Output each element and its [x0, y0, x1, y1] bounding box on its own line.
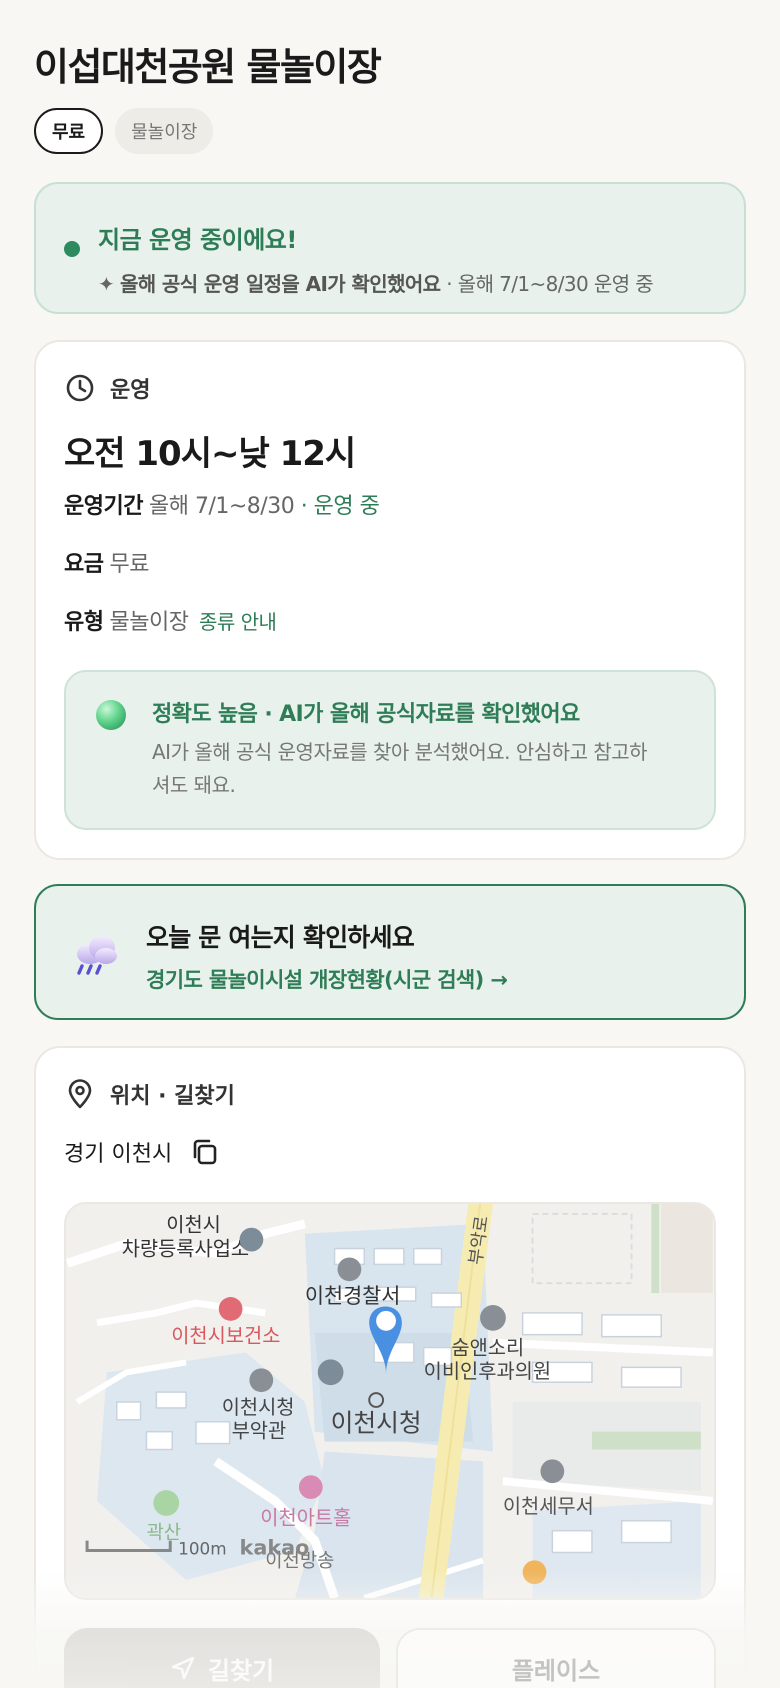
period-label: 운영기간 [64, 494, 143, 519]
location-section-header: 위치 · 길찾기 [64, 1078, 235, 1110]
chip-water-play[interactable]: 물놀이장 [115, 108, 214, 154]
directions-label: 길찾기 [207, 1656, 275, 1685]
map-label-art-hall: 이천아트홀 [260, 1507, 351, 1530]
fee-label: 요금 [64, 552, 104, 577]
sparkle-icon: ✦ [98, 272, 115, 296]
location-section-label: 위치 · 길찾기 [110, 1084, 235, 1109]
period-row: 운영기간 올해 7/1~8/30 · 운영 중 [64, 488, 380, 520]
accuracy-description: AI가 올해 공식 운영자료를 찾아 분석했어요. 안심하고 참고하셔도 돼요. [152, 740, 648, 797]
page: 이섭대천공원 물놀이장 무료 물놀이장 지금 운영 중이에요! ✦ 올해 공식 … [0, 0, 780, 1688]
address-row: 경기 이천시 [64, 1136, 220, 1168]
type-row: 유형 물놀이장 종류 안내 [64, 604, 277, 636]
status-ai-note: 올해 공식 운영 일정을 AI가 확인했어요 [119, 272, 441, 296]
check-open-notice[interactable]: 오늘 문 여는지 확인하세요 경기도 물놀이시설 개장현황(시군 검색) → [34, 884, 746, 1020]
chip-free[interactable]: 무료 [34, 108, 104, 154]
map-label-park: 곽산 [146, 1522, 181, 1544]
map-pin-icon [68, 1079, 92, 1109]
map-label-car-registry: 차량등록사업소 [122, 1237, 249, 1260]
map-label-clinic-2: 이비인후과의원 [424, 1360, 551, 1383]
ai-orb-icon [96, 700, 126, 730]
operating-time: 오전 10시~낮 12시 [64, 434, 356, 474]
page-title: 이섭대천공원 물놀이장 [34, 45, 382, 89]
notice-title: 오늘 문 여는지 확인하세요 [146, 923, 415, 952]
hours-section-label: 운영 [110, 378, 151, 403]
map-label-clinic: 숨앤소리 [451, 1336, 524, 1359]
kakao-logo: kakao [240, 1535, 310, 1559]
map-label-annex-2: 부악관 [232, 1420, 287, 1443]
accuracy-title: 정확도 높음 · AI가 올해 공식자료를 확인했어요 [152, 702, 580, 727]
type-value: 물놀이장 [109, 610, 189, 635]
fee-value: 무료 [109, 552, 149, 577]
tag-chips: 무료 물놀이장 [34, 108, 214, 154]
fee-row: 요금 무료 [64, 546, 149, 578]
location-map[interactable]: 차량등록사업소 이천시 이천경찰서 이천시보건소 이천시청 부악관 이천시청 숨… [64, 1202, 716, 1600]
map-canvas[interactable]: 차량등록사업소 이천시 이천경찰서 이천시보건소 이천시청 부악관 이천시청 숨… [66, 1204, 714, 1598]
hours-card: 운영 오전 10시~낮 12시 운영기간 올해 7/1~8/30 · 운영 중 요… [34, 340, 746, 860]
place-label: 플레이스 [511, 1656, 601, 1685]
map-label-annex: 이천시청 [222, 1396, 295, 1419]
operating-status-banner: 지금 운영 중이에요! ✦ 올해 공식 운영 일정을 AI가 확인했어요 · 올… [34, 182, 746, 314]
map-label-city-top: 이천시 [166, 1214, 221, 1237]
address-text: 경기 이천시 [64, 1142, 173, 1167]
place-button[interactable]: 플레이스 [396, 1628, 716, 1688]
rain-cloud-icon [77, 936, 117, 975]
status-subline: ✦ 올해 공식 운영 일정을 AI가 확인했어요 · 올해 7/1~8/30 운… [98, 268, 654, 297]
navigation-arrow-icon [171, 1656, 195, 1680]
map-scale: 100m [178, 1538, 226, 1558]
map-label-police: 이천경찰서 [305, 1284, 401, 1308]
map-label-tax-office: 이천세무서 [503, 1495, 594, 1518]
map-label-health-center: 이천시보건소 [171, 1325, 280, 1348]
type-label: 유형 [64, 610, 104, 635]
period-status: · 운영 중 [300, 494, 380, 519]
notice-link[interactable]: 경기도 물놀이시설 개장현황(시군 검색) → [146, 964, 508, 994]
hours-section-header: 운영 [64, 372, 150, 404]
directions-button[interactable]: 길찾기 [64, 1628, 380, 1688]
copy-icon[interactable] [190, 1137, 220, 1167]
status-dot [64, 241, 80, 257]
period-value: 올해 7/1~8/30 [148, 494, 295, 519]
map-label-city-hall: 이천시청 [331, 1409, 422, 1438]
accuracy-box: 정확도 높음 · AI가 올해 공식자료를 확인했어요 AI가 올해 공식 운영… [64, 670, 716, 830]
type-guide-link[interactable]: 종류 안내 [199, 610, 277, 634]
clock-icon [66, 374, 94, 402]
status-headline: 지금 운영 중이에요! [98, 226, 297, 254]
status-period-note: · 올해 7/1~8/30 운영 중 [446, 272, 654, 296]
